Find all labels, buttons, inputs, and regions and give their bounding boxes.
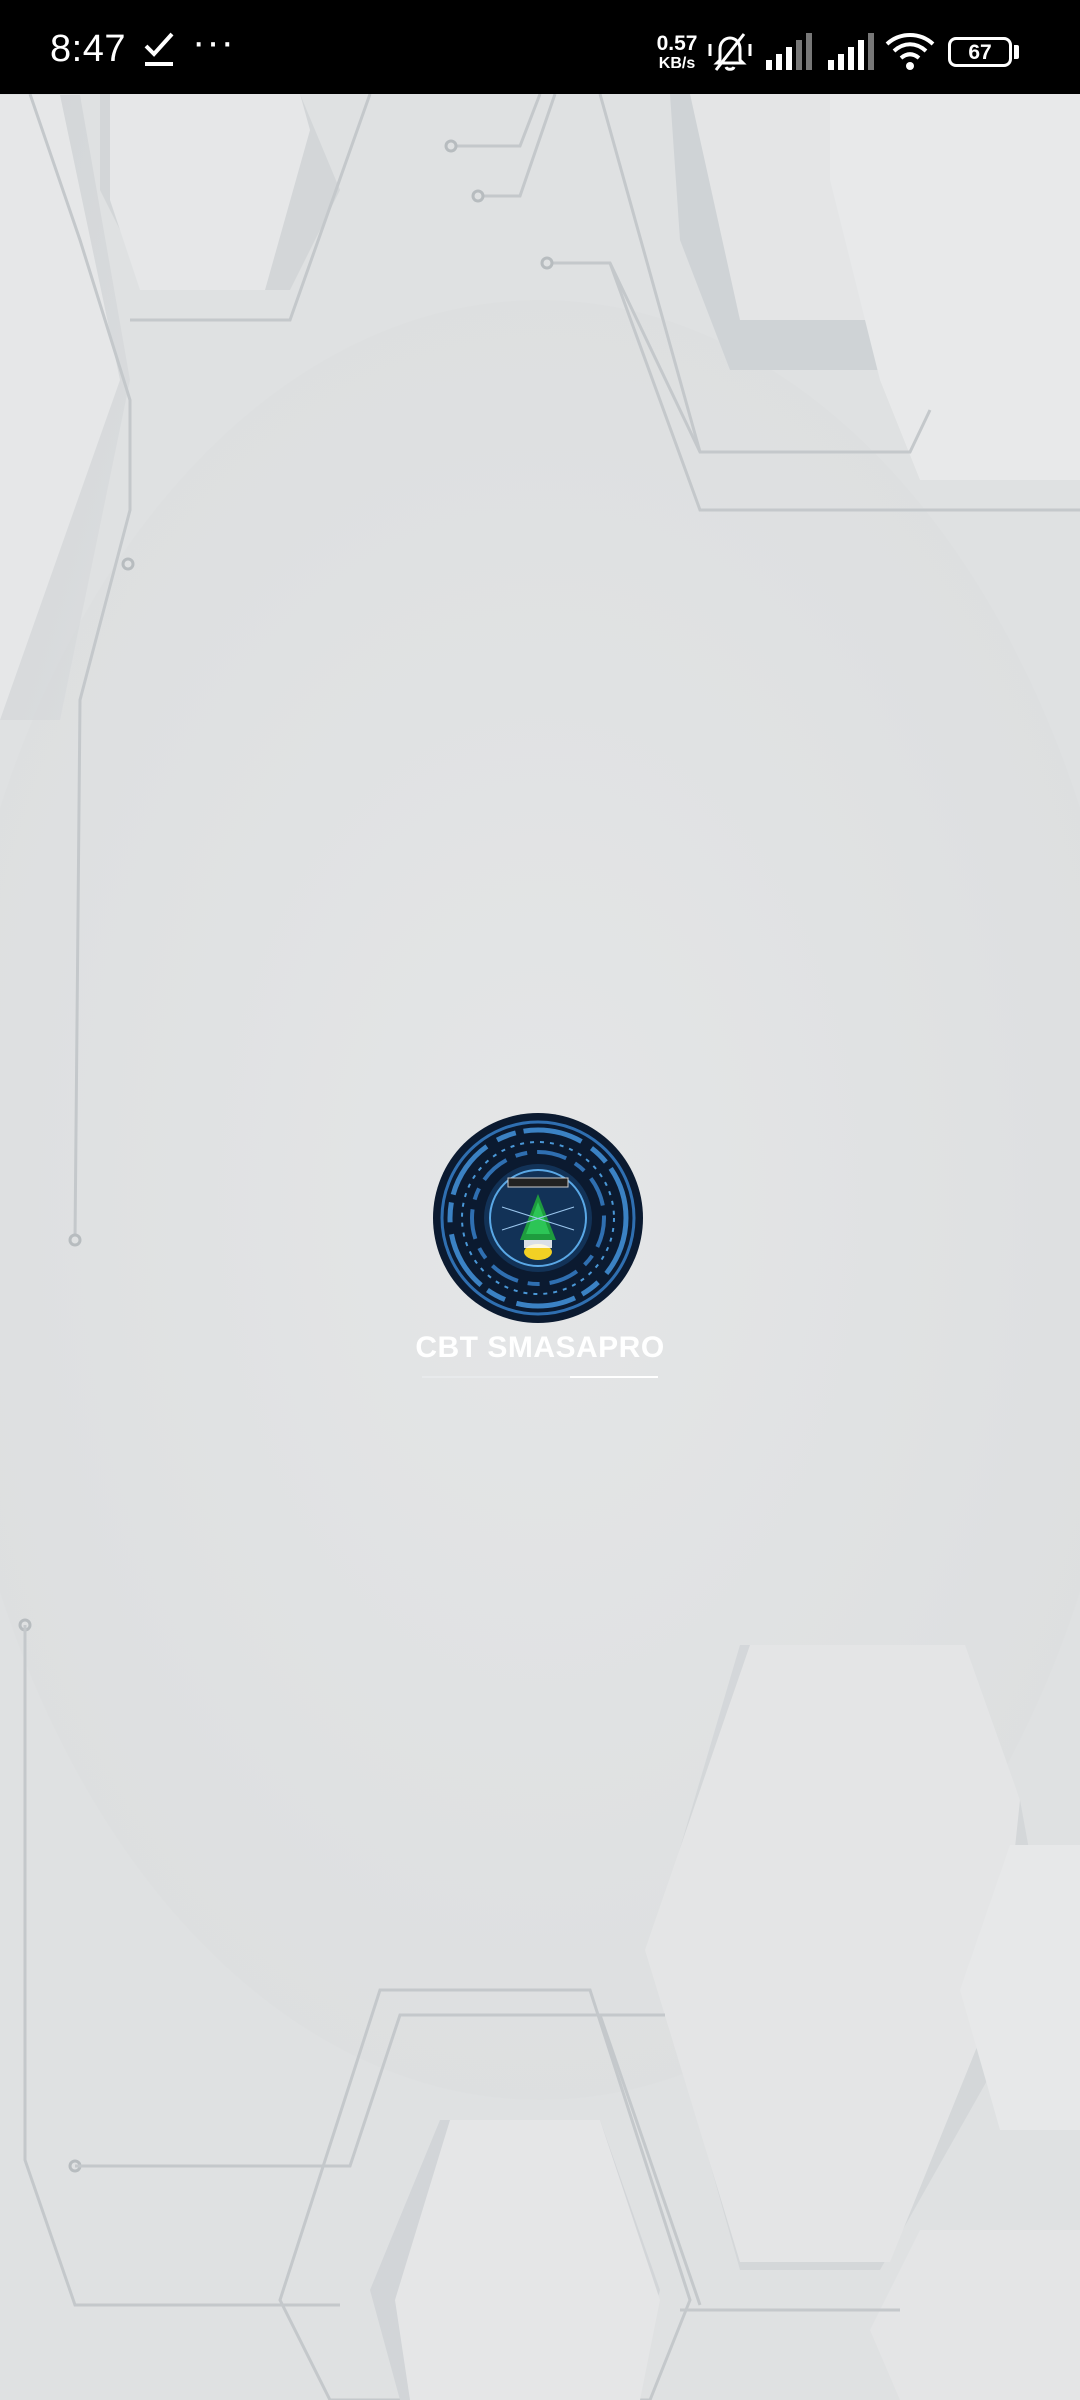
status-bar: 8:47 ··· 0.57 KB/s 67 — [0, 0, 1080, 94]
app-logo — [433, 1113, 643, 1323]
wifi-icon — [885, 33, 935, 70]
battery-tip — [1014, 45, 1019, 59]
status-time: 8:47 — [50, 28, 126, 70]
splash-screen: 8:47 ··· 0.57 KB/s 67 CBT SMASAPRO — [0, 0, 1080, 2400]
battery-icon: 67 — [948, 37, 1012, 67]
app-title: CBT SMASAPRO — [415, 1331, 665, 1364]
download-done-icon — [144, 32, 174, 66]
network-speed: 0.57 KB/s — [652, 32, 702, 74]
battery-percent: 67 — [968, 41, 992, 64]
bell-muted-icon — [708, 33, 752, 71]
network-speed-unit: KB/s — [658, 55, 696, 72]
cell-signal-icon — [828, 33, 874, 70]
title-underline-left — [422, 1376, 570, 1378]
more-notifications-icon: ··· — [192, 20, 235, 64]
cell-signal-icon — [766, 33, 812, 70]
network-speed-value: 0.57 — [656, 32, 698, 55]
title-underline-right — [570, 1376, 658, 1378]
